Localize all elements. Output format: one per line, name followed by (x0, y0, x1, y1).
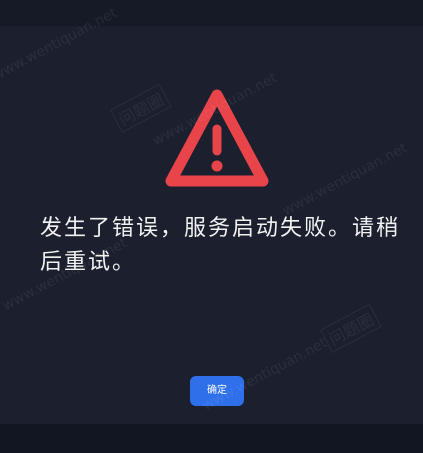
confirm-button[interactable]: 确定 (190, 376, 244, 406)
bottom-bar (0, 424, 423, 453)
top-bar (0, 0, 423, 26)
error-message: 发生了错误，服务启动失败。请稍后重试。 (40, 216, 401, 275)
watermark-text: www.wentiquan.net (280, 139, 410, 220)
warning-triangle-icon (165, 89, 269, 187)
error-screen: 发生了错误，服务启动失败。请稍后重试。 确定 www.wentiquan.net… (0, 0, 423, 453)
watermark-logo: 问题圈 (320, 303, 382, 353)
